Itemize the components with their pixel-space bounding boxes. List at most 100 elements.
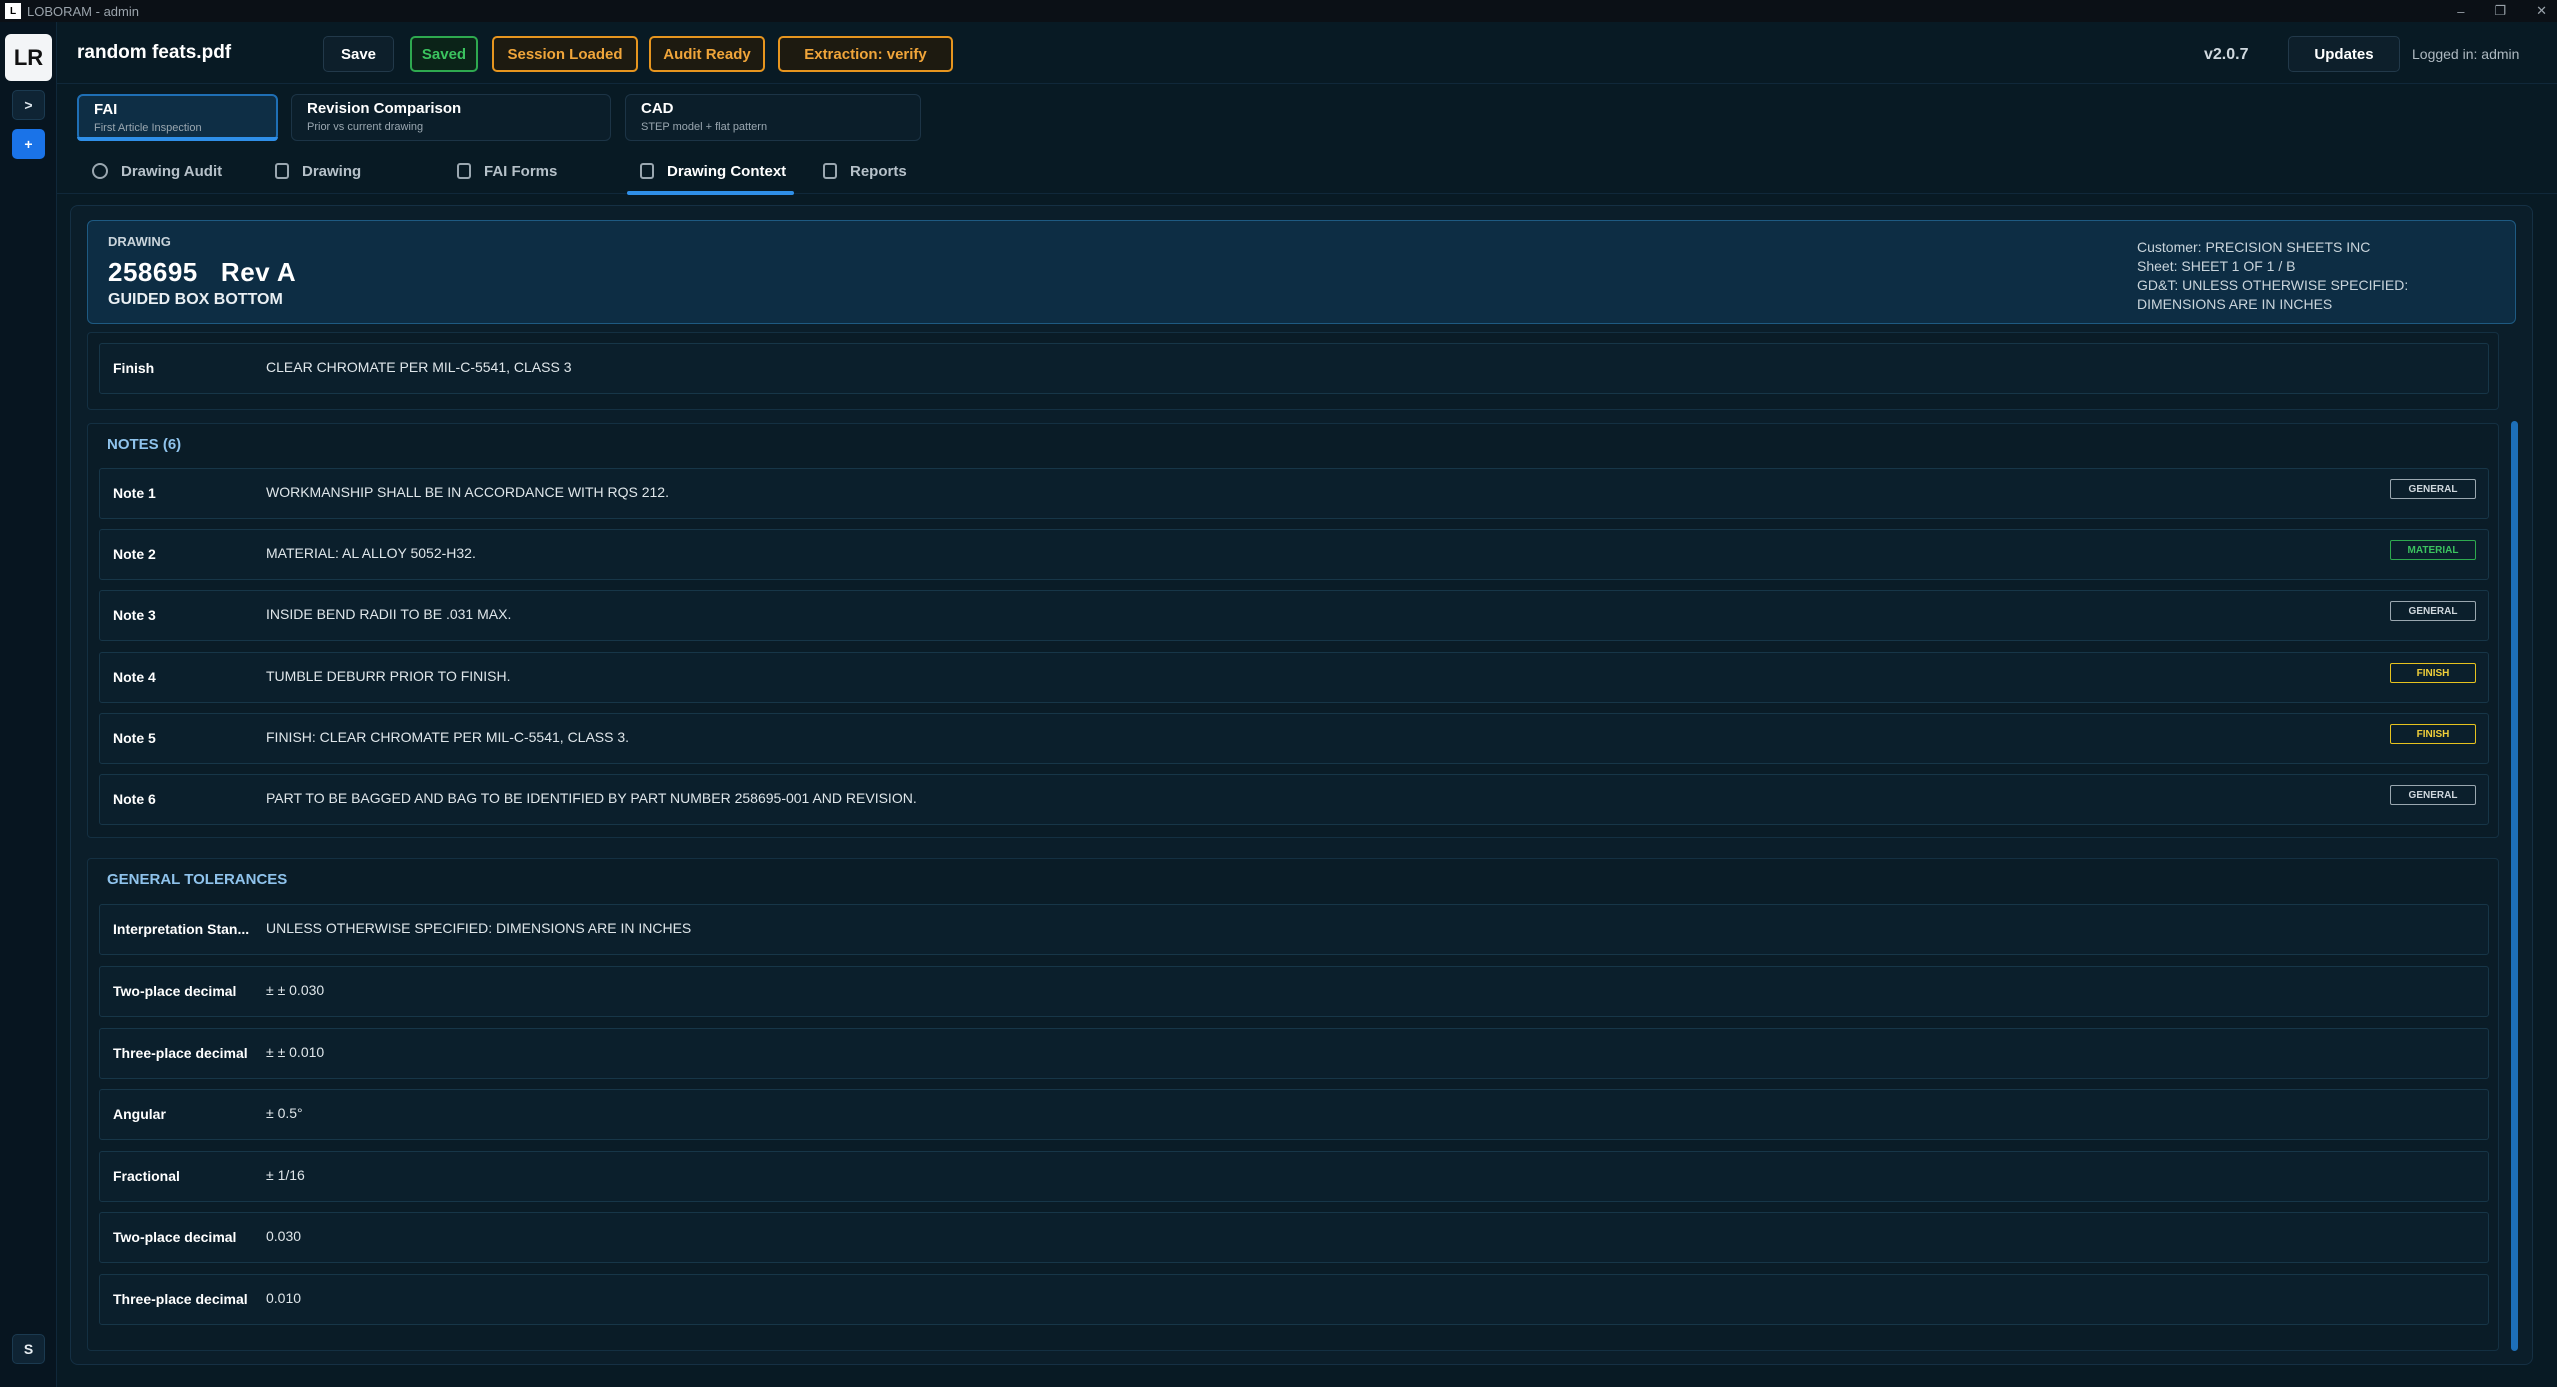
session-loaded-badge: Session Loaded [492, 36, 638, 72]
tolerance-row: Fractional ± 1/16 [99, 1151, 2489, 1202]
tolerance-label: Two-place decimal [113, 1229, 237, 1245]
sheet-text: Sheet: SHEET 1 OF 1 / B [2137, 258, 2296, 274]
note-tag-general: GENERAL [2390, 785, 2476, 805]
tolerance-label: Three-place decimal [113, 1291, 248, 1307]
add-button[interactable]: + [12, 129, 45, 159]
note-label: Note 6 [113, 791, 156, 807]
tab-drawing[interactable]: Drawing [275, 148, 361, 194]
note-row: Note 2 MATERIAL: AL ALLOY 5052-H32. MATE… [99, 529, 2489, 580]
note-text: TUMBLE DEBURR PRIOR TO FINISH. [266, 668, 511, 684]
note-row: Note 4 TUMBLE DEBURR PRIOR TO FINISH. FI… [99, 652, 2489, 703]
row-value: CLEAR CHROMATE PER MIL-C-5541, CLASS 3 [266, 359, 572, 375]
note-text: INSIDE BEND RADII TO BE .031 MAX. [266, 606, 512, 622]
tolerance-value: ± 1/16 [266, 1167, 305, 1183]
extraction-status-badge: Extraction: verify [778, 36, 953, 72]
tolerance-row: Two-place decimal 0.030 [99, 1212, 2489, 1263]
drawing-summary-card: DRAWING 258695 Rev A GUIDED BOX BOTTOM C… [87, 220, 2516, 324]
left-rail: LR > + S [0, 22, 57, 1387]
logged-in-user: Logged in: admin [2412, 46, 2520, 62]
tolerance-value: ± ± 0.010 [266, 1044, 325, 1060]
note-label: Note 4 [113, 669, 156, 685]
updates-button[interactable]: Updates [2288, 36, 2400, 72]
active-mode-indicator [77, 137, 278, 141]
app-version: v2.0.7 [2204, 46, 2249, 63]
note-tag-general: GENERAL [2390, 479, 2476, 499]
form-icon [457, 163, 471, 179]
mode-title: Revision Comparison [307, 100, 462, 117]
note-label: Note 2 [113, 546, 156, 562]
note-row: Note 6 PART TO BE BAGGED AND BAG TO BE I… [99, 774, 2489, 825]
close-icon[interactable]: ✕ [2536, 3, 2547, 19]
tab-label: Drawing Audit [121, 162, 223, 180]
tolerance-row: Two-place decimal ± ± 0.030 [99, 966, 2489, 1017]
save-button[interactable]: Save [323, 36, 394, 72]
drawing-number: 258695 Rev A [108, 257, 297, 287]
finish-row: Finish CLEAR CHROMATE PER MIL-C-5541, CL… [99, 343, 2489, 394]
drawing-label: DRAWING [108, 234, 171, 249]
mode-subtitle: STEP model + flat pattern [641, 121, 768, 133]
tolerance-value: 0.030 [266, 1228, 302, 1244]
tolerance-label: Three-place decimal [113, 1045, 248, 1061]
notes-title: NOTES (6) [107, 436, 182, 453]
audit-icon [92, 163, 108, 179]
drawing-context-panel: DRAWING 258695 Rev A GUIDED BOX BOTTOM C… [70, 205, 2533, 1365]
note-tag-finish: FINISH [2390, 663, 2476, 683]
user-avatar[interactable]: S [12, 1334, 45, 1364]
audit-ready-badge: Audit Ready [649, 36, 765, 72]
material-finish-section: Finish CLEAR CHROMATE PER MIL-C-5541, CL… [87, 332, 2499, 410]
mode-title: FAI [94, 101, 118, 118]
window-title: LOBORAM - admin [27, 3, 139, 19]
tab-label: Drawing Context [667, 162, 787, 180]
mode-card-fai[interactable]: FAI First Article Inspection [77, 94, 278, 141]
expand-sidebar-button[interactable]: > [12, 90, 45, 120]
sub-tabs: Drawing Audit Drawing FAI Forms Drawing … [57, 148, 2557, 195]
note-row: Note 5 FINISH: CLEAR CHROMATE PER MIL-C-… [99, 713, 2489, 764]
tolerances-title: GENERAL TOLERANCES [107, 871, 288, 888]
report-icon [823, 163, 837, 179]
tolerance-value: ± 0.5° [266, 1105, 303, 1121]
tolerance-value: UNLESS OTHERWISE SPECIFIED: DIMENSIONS A… [266, 920, 692, 936]
note-label: Note 1 [113, 485, 156, 501]
tab-drawing-audit[interactable]: Drawing Audit [92, 148, 222, 194]
saved-status-badge: Saved [410, 36, 478, 72]
tab-drawing-context[interactable]: Drawing Context [626, 148, 795, 195]
note-text: PART TO BE BAGGED AND BAG TO BE IDENTIFI… [266, 790, 917, 806]
note-text: MATERIAL: AL ALLOY 5052-H32. [266, 545, 476, 561]
note-label: Note 5 [113, 730, 156, 746]
general-tolerances-section: GENERAL TOLERANCES Interpretation Stan..… [87, 858, 2499, 1351]
note-text: WORKMANSHIP SHALL BE IN ACCORDANCE WITH … [266, 484, 669, 500]
context-icon [640, 163, 654, 179]
app-logo[interactable]: LR [5, 34, 52, 81]
mode-title: CAD [641, 100, 674, 117]
drawing-meta: Customer: PRECISION SHEETS INC Sheet: SH… [2137, 238, 2497, 314]
tab-label: FAI Forms [484, 162, 558, 180]
tolerance-value: ± ± 0.030 [266, 982, 325, 998]
note-tag-material: MATERIAL [2390, 540, 2476, 560]
mode-card-cad[interactable]: CAD STEP model + flat pattern [625, 94, 921, 141]
tab-fai-forms[interactable]: FAI Forms [457, 148, 557, 194]
tolerance-label: Interpretation Stan... [113, 921, 250, 937]
notes-section: NOTES (6) Note 1 WORKMANSHIP SHALL BE IN… [87, 423, 2499, 838]
tab-reports[interactable]: Reports [823, 148, 907, 194]
tolerance-label: Fractional [113, 1168, 180, 1184]
tolerance-row: Three-place decimal ± ± 0.010 [99, 1028, 2489, 1079]
note-text: FINISH: CLEAR CHROMATE PER MIL-C-5541, C… [266, 729, 630, 745]
note-row: Note 3 INSIDE BEND RADII TO BE .031 MAX.… [99, 590, 2489, 641]
top-header: random feats.pdf Save Saved Session Load… [57, 22, 2557, 84]
gdt-text: GD&T: UNLESS OTHERWISE SPECIFIED: DIMENS… [2137, 277, 2409, 312]
mode-card-revision-comparison[interactable]: Revision Comparison Prior vs current dra… [291, 94, 611, 141]
tolerance-label: Two-place decimal [113, 983, 237, 999]
tolerance-row: Three-place decimal 0.010 [99, 1274, 2489, 1325]
note-tag-general: GENERAL [2390, 601, 2476, 621]
minimize-icon[interactable]: – [2457, 4, 2464, 19]
window-titlebar: L LOBORAM - admin – ❐ ✕ [0, 0, 2557, 22]
document-icon [275, 163, 289, 179]
note-label: Note 3 [113, 607, 156, 623]
tolerance-row: Interpretation Stan... UNLESS OTHERWISE … [99, 904, 2489, 955]
mode-subtitle: First Article Inspection [94, 122, 202, 134]
tab-label: Drawing [302, 162, 362, 180]
tolerance-value: 0.010 [266, 1290, 302, 1306]
customer-text: Customer: PRECISION SHEETS INC [2137, 239, 2371, 255]
vertical-scrollbar[interactable] [2511, 421, 2518, 1351]
restore-icon[interactable]: ❐ [2494, 3, 2506, 19]
